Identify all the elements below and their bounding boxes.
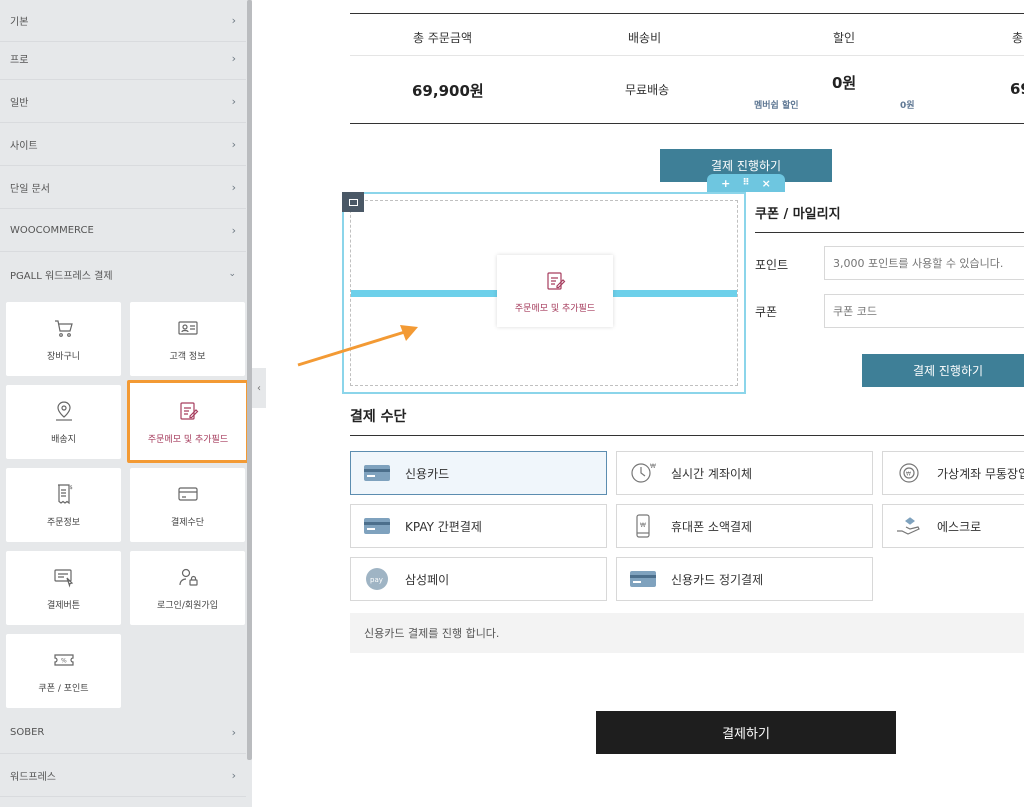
payment-option-virtual-account[interactable]: ₩ 가상계좌 무통장입 [882, 451, 1024, 495]
svg-text:₩: ₩ [906, 472, 911, 478]
map-pin-icon [55, 401, 72, 421]
receipt-icon: $ [57, 484, 72, 505]
drag-handle-icon[interactable]: ⠿ [742, 178, 749, 188]
svg-text:%: % [61, 658, 67, 665]
svg-text:₩: ₩ [640, 522, 646, 529]
payment-option-samsung-pay[interactable]: pay 삼성페이 [350, 557, 607, 601]
kpay-card-icon [363, 514, 391, 538]
pay-button-icon [53, 569, 73, 588]
column-layout-icon [348, 198, 358, 206]
summary-header-divider [350, 55, 1024, 56]
drag-arrow-annotation [297, 325, 418, 367]
coupon-label: 쿠폰 [755, 305, 778, 319]
widget-payment-method[interactable]: 결제수단 [130, 468, 245, 542]
payment-option-escrow[interactable]: 에스크로 [882, 504, 1024, 548]
chevron-left-icon: ‹ [257, 382, 261, 394]
coupon-code-input[interactable] [824, 294, 1024, 328]
grand-total-value: 69 [1010, 80, 1024, 98]
chevron-right-icon: › [231, 224, 236, 237]
section-handle[interactable] [342, 192, 364, 212]
chevron-right-icon: › [231, 52, 236, 65]
total-amount-value: 69,900원 [412, 82, 484, 100]
id-card-icon [177, 321, 198, 335]
category-single-doc[interactable]: 단일 문서 › [0, 167, 246, 209]
widget-cart[interactable]: 장바구니 [6, 302, 121, 376]
membership-discount-label: 멤버쉽 할인 [754, 101, 799, 111]
category-site[interactable]: 사이트 › [0, 124, 246, 166]
payment-option-credit-card[interactable]: 신용카드 [350, 451, 607, 495]
chevron-right-icon: › [231, 95, 236, 108]
payment-option-subscription-card[interactable]: 신용카드 정기결제 [616, 557, 873, 601]
coupon-divider [755, 232, 1024, 233]
mobile-phone-icon: ₩ [629, 514, 657, 538]
svg-text:₩: ₩ [650, 463, 656, 470]
category-wordpress[interactable]: 워드프레스 › [0, 755, 246, 797]
user-lock-icon [178, 568, 198, 586]
realtime-transfer-icon: ₩ [629, 461, 657, 485]
chevron-right-icon: › [231, 769, 236, 782]
chevron-down-icon: ⌄ [228, 269, 236, 279]
category-general[interactable]: 일반 › [0, 81, 246, 123]
category-sober[interactable]: SOBER › [0, 712, 246, 754]
point-input[interactable] [824, 246, 1024, 280]
payment-option-mobile[interactable]: ₩ 휴대폰 소액결제 [616, 504, 873, 548]
escrow-hand-icon [895, 514, 923, 538]
payment-option-realtime-transfer[interactable]: ₩ 실시간 계좌이체 [616, 451, 873, 495]
category-pro[interactable]: 프로 › [0, 38, 246, 80]
svg-text:pay: pay [370, 576, 383, 584]
chevron-right-icon: › [231, 14, 236, 27]
panel-collapse-toggle[interactable]: ‹ [252, 368, 266, 408]
header-shipping: 배송비 [628, 31, 662, 45]
membership-discount-value: 0원 [900, 101, 915, 111]
point-label: 포인트 [755, 258, 789, 272]
proceed-payment-button[interactable]: 결제 진행하기 [862, 354, 1024, 387]
category-woocommerce[interactable]: WOOCOMMERCE › [0, 210, 246, 252]
coupon-section-title: 쿠폰 / 마일리지 [755, 207, 841, 222]
pay-button[interactable]: 결제하기 [596, 711, 896, 754]
dragged-widget-order-memo[interactable]: 주문메모 및 추가필드 [497, 255, 613, 327]
payment-divider [350, 435, 1024, 436]
editor-canvas [268, 0, 1024, 807]
shipping-value: 무료배송 [625, 83, 670, 97]
category-pgall[interactable]: PGALL 워드프레스 결제 ⌄ [0, 253, 246, 295]
widget-order-memo[interactable]: 주문메모 및 추가필드 [127, 380, 249, 463]
header-grand-total: 총 [1012, 31, 1024, 45]
credit-card-icon [363, 461, 391, 485]
widget-panel: 기본 › 프로 › 일반 › 사이트 › 단일 문서 › WOOCOMMERCE › PGA… [0, 0, 252, 807]
summary-top-border [350, 13, 1024, 14]
payment-description: 신용카드 결제를 진행 합니다. [350, 613, 1024, 653]
chevron-right-icon: › [231, 181, 236, 194]
header-discount: 할인 [833, 31, 856, 45]
chevron-right-icon: › [231, 138, 236, 151]
memo-edit-icon [180, 401, 199, 420]
widget-order-info[interactable]: $ 주문정보 [6, 468, 121, 542]
subscription-card-icon [629, 567, 657, 591]
virtual-account-icon: ₩ [895, 461, 923, 485]
coupon-icon: % [53, 654, 74, 666]
cart-icon [54, 320, 73, 337]
header-total-amount: 총 주문금액 [413, 31, 473, 45]
chevron-right-icon: › [231, 726, 236, 739]
widget-shipping[interactable]: 배송지 [6, 385, 121, 459]
widget-customer-info[interactable]: 고객 정보 [130, 302, 245, 376]
payment-method-title: 결제 수단 [350, 409, 407, 425]
section-controls: + ⠿ × [707, 174, 785, 192]
close-icon[interactable]: × [762, 177, 771, 190]
summary-bottom-border [350, 123, 1024, 124]
samsung-pay-icon: pay [363, 567, 391, 591]
payment-option-kpay[interactable]: KPAY 간편결제 [350, 504, 607, 548]
widget-pay-button[interactable]: 결제버튼 [6, 551, 121, 625]
memo-edit-icon [547, 271, 566, 290]
discount-value: 0원 [832, 74, 857, 92]
category-basic[interactable]: 기본 › [0, 0, 246, 42]
credit-card-icon [177, 487, 198, 501]
add-icon[interactable]: + [721, 177, 730, 190]
widget-login-signup[interactable]: 로그인/회원가입 [130, 551, 245, 625]
svg-text:$: $ [69, 485, 72, 491]
widget-coupon-point[interactable]: % 쿠폰 / 포인트 [6, 634, 121, 708]
